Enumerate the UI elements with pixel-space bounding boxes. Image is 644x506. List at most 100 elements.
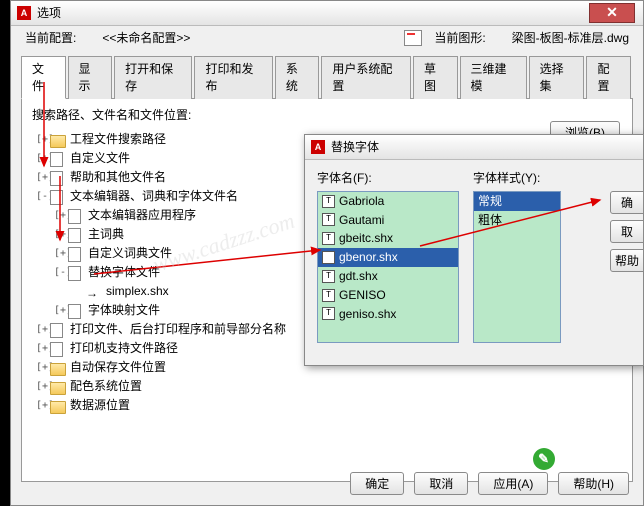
watermark: ✎ CAD自学 <box>533 448 614 470</box>
dialog-buttons: 确定 取消 应用(A) 帮助(H) <box>350 472 629 495</box>
font-item[interactable]: Tgeniso.shx <box>318 305 458 324</box>
tree-label: 字体映射文件 <box>88 302 160 319</box>
app-icon: A <box>311 140 325 154</box>
font-dialog-title: 替换字体 <box>331 139 379 156</box>
tree-label: 替换字体文件 <box>88 264 160 281</box>
font-item-label: gdt.shx <box>339 268 378 285</box>
font-item-label: gbeitc.shx <box>339 230 393 247</box>
tab-配置[interactable]: 配置 <box>586 56 631 100</box>
font-item[interactable]: T Gabriola <box>318 192 458 211</box>
font-item[interactable]: Tgbenor.shx <box>318 248 458 267</box>
watermark-text: CAD自学 <box>561 450 614 468</box>
arrow-icon: → <box>86 285 102 299</box>
font-item-label: geniso.shx <box>339 306 396 323</box>
tree-twisty[interactable]: [+] <box>36 172 50 183</box>
page-icon <box>68 266 84 280</box>
tree-label: 文本编辑器、词典和字体文件名 <box>70 188 238 205</box>
font-item-label: GENISO <box>339 287 386 304</box>
tree-label: 配色系统位置 <box>70 378 142 395</box>
page-icon <box>50 152 66 166</box>
tree-label: 文本编辑器应用程序 <box>88 207 196 224</box>
tree-twisty[interactable]: [+] <box>54 229 68 240</box>
tree-label: 主词典 <box>88 226 124 243</box>
folder-icon <box>50 361 66 375</box>
font-item-label: gbenor.shx <box>339 249 398 266</box>
tree-twisty[interactable]: [+] <box>36 153 50 164</box>
page-icon <box>68 247 84 261</box>
tree-twisty[interactable]: [+] <box>36 343 50 354</box>
tree-label: 数据源位置 <box>70 397 130 414</box>
drawing-label: 当前图形: <box>434 30 485 47</box>
tab-选择集[interactable]: 选择集 <box>529 56 585 100</box>
tab-用户系统配置[interactable]: 用户系统配置 <box>321 56 411 100</box>
options-titlebar: A 选项 ✕ <box>11 1 643 26</box>
font-dialog-buttons: 确 取 帮助 <box>610 191 644 272</box>
style-item[interactable]: 粗体 <box>474 211 560 230</box>
tab-显示[interactable]: 显示 <box>68 56 113 100</box>
font-help-button[interactable]: 帮助 <box>610 249 644 272</box>
font-item[interactable]: T Gautami <box>318 211 458 230</box>
apply-button[interactable]: 应用(A) <box>478 472 548 495</box>
font-type-icon: T <box>322 232 335 245</box>
font-style-list[interactable]: 常规粗体 <box>473 191 561 343</box>
tree-twisty[interactable]: [+] <box>54 210 68 221</box>
tree-label: 自动保存文件位置 <box>70 359 166 376</box>
folder-icon <box>50 380 66 394</box>
font-ok-button[interactable]: 确 <box>610 191 644 214</box>
font-type-icon: T <box>322 307 335 320</box>
tree-twisty[interactable]: [-] <box>54 267 68 278</box>
app-icon: A <box>17 6 31 20</box>
font-name-list[interactable]: TGabriolaTGautamiTgbeitc.shxTgbenor.shxT… <box>317 191 459 343</box>
font-name-label: 字体名(F): <box>317 170 459 187</box>
font-item-label: Gautami <box>339 212 384 229</box>
font-item[interactable]: Tgbeitc.shx <box>318 229 458 248</box>
tree-node[interactable]: [+] 数据源位置 <box>32 396 622 415</box>
tree-label: 工程文件搜索路径 <box>70 131 166 148</box>
help-button[interactable]: 帮助(H) <box>558 472 629 495</box>
page-icon <box>50 190 66 204</box>
drawing-value: 梁图-板图-标准层.dwg <box>512 30 629 47</box>
tree-twisty[interactable]: [-] <box>36 191 50 202</box>
font-type-icon: T <box>322 195 335 208</box>
tab-草图[interactable]: 草图 <box>413 56 458 100</box>
tree-label: 自定义文件 <box>70 150 130 167</box>
page-icon <box>50 171 66 185</box>
tab-系统[interactable]: 系统 <box>275 56 320 100</box>
font-item[interactable]: T GENISO <box>318 286 458 305</box>
tree-label: 打印机支持文件路径 <box>70 340 178 357</box>
tree-twisty[interactable]: [+] <box>54 248 68 259</box>
tree-twisty[interactable]: [+] <box>36 362 50 373</box>
tab-文件[interactable]: 文件 <box>21 56 66 100</box>
tree-twisty[interactable]: [+] <box>36 381 50 392</box>
font-cancel-button[interactable]: 取 <box>610 220 644 243</box>
tree-twisty[interactable]: [+] <box>54 305 68 316</box>
font-type-icon: T <box>322 251 335 264</box>
tab-打印和发布[interactable]: 打印和发布 <box>194 56 272 100</box>
tab-打开和保存[interactable]: 打开和保存 <box>114 56 192 100</box>
tree-twisty[interactable]: [+] <box>36 324 50 335</box>
tree-twisty[interactable]: [+] <box>36 400 50 411</box>
options-title: 选项 <box>37 5 61 22</box>
ok-button[interactable]: 确定 <box>350 472 404 495</box>
font-item-label: Gabriola <box>339 193 384 210</box>
page-icon <box>68 228 84 242</box>
tree-twisty[interactable]: [+] <box>36 134 50 145</box>
font-type-icon: T <box>322 270 335 283</box>
style-item[interactable]: 常规 <box>474 192 560 211</box>
font-titlebar: A 替换字体 <box>305 135 643 160</box>
cancel-button[interactable]: 取消 <box>414 472 468 495</box>
tree-label: 打印文件、后台打印程序和前导部分名称 <box>70 321 286 338</box>
close-button[interactable]: ✕ <box>589 3 635 23</box>
folder-icon <box>50 133 66 147</box>
font-item[interactable]: Tgdt.shx <box>318 267 458 286</box>
font-type-icon: T <box>322 289 335 302</box>
drawing-icon <box>404 30 422 46</box>
font-type-icon: T <box>322 213 335 226</box>
tab-三维建模[interactable]: 三维建模 <box>460 56 527 100</box>
page-icon <box>68 304 84 318</box>
profile-row: 当前配置: <<未命名配置>> 当前图形: 梁图-板图-标准层.dwg <box>11 26 643 51</box>
tree-node[interactable]: [+] 配色系统位置 <box>32 377 622 396</box>
profile-value: <<未命名配置>> <box>102 30 190 47</box>
wechat-icon: ✎ <box>533 448 555 470</box>
tree-label: simplex.shx <box>106 283 169 300</box>
